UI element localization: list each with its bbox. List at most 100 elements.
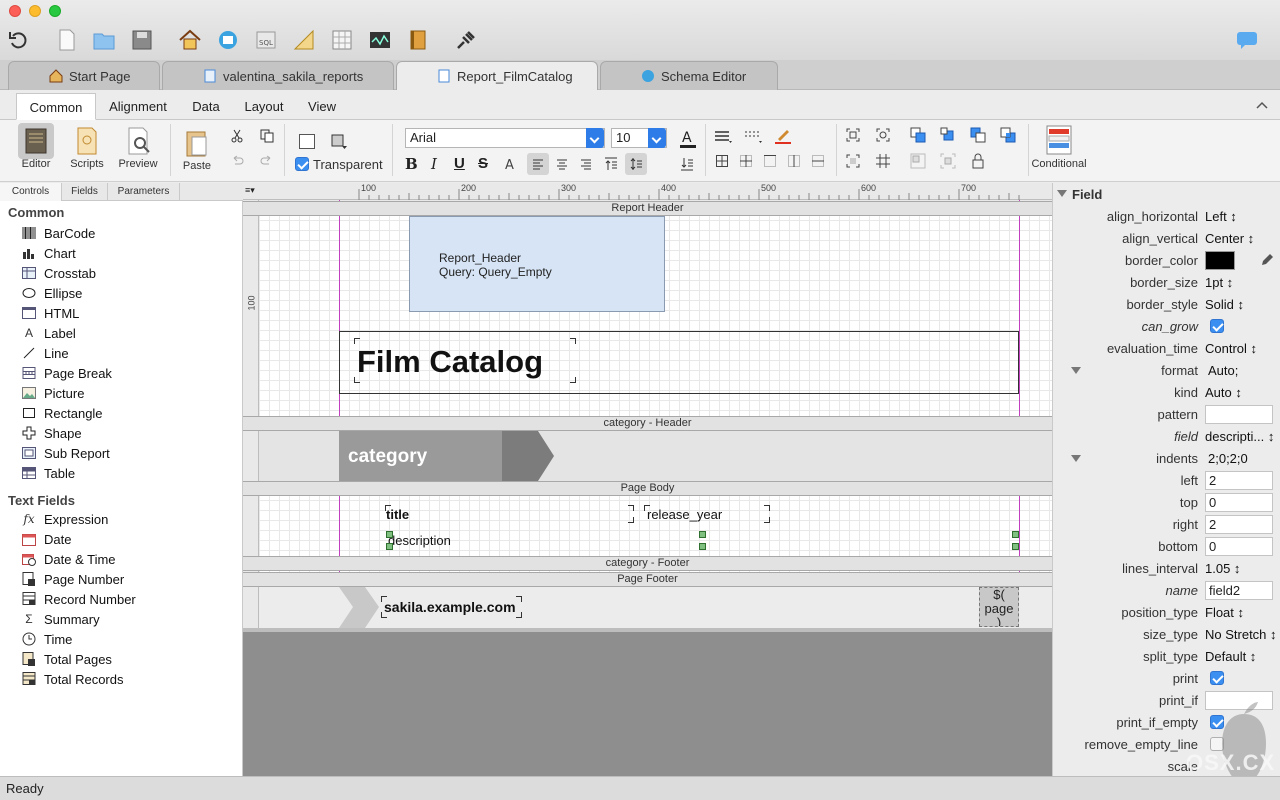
text-color-icon[interactable]: A [679, 129, 697, 149]
border-side-icon[interactable] [788, 155, 800, 167]
valign-middle-button[interactable] [625, 153, 647, 175]
sidebar-tab-controls[interactable]: Controls [0, 183, 62, 201]
cut-icon[interactable] [230, 129, 244, 143]
report-title[interactable]: Film Catalog [357, 344, 543, 380]
border-bottom-icon[interactable] [812, 155, 824, 167]
band-page-footer[interactable]: Page Footer [243, 572, 1052, 587]
report-header-label-box[interactable]: Report_Header Query: Query_Empty [409, 216, 665, 312]
grid-snap-icon[interactable] [876, 154, 890, 168]
resize-handle[interactable] [699, 543, 706, 550]
minimize-window-button[interactable] [29, 5, 41, 17]
category-field[interactable]: category [348, 446, 427, 468]
resize-handle[interactable] [1012, 543, 1019, 550]
fill-pattern-icon[interactable] [330, 132, 348, 150]
control-line[interactable]: Line [22, 344, 69, 362]
tab-start-page[interactable]: Start Page [8, 61, 160, 90]
ungroup-icon[interactable] [940, 153, 956, 169]
control-ellipse[interactable]: Ellipse [22, 284, 82, 302]
pattern-input[interactable] [1205, 405, 1273, 424]
group-icon[interactable] [910, 153, 926, 169]
prop-value-field[interactable]: descripti... ↕ [1205, 429, 1274, 444]
can-grow-checkbox[interactable] [1210, 319, 1224, 333]
conditional-label[interactable]: Conditional [1030, 158, 1088, 170]
tab-schema-editor[interactable]: Schema Editor [600, 61, 778, 90]
align-right-icon[interactable] [580, 158, 592, 170]
control-sub-report[interactable]: Sub Report [22, 444, 110, 462]
control-crosstab[interactable]: Crosstab [22, 264, 96, 282]
preview-label[interactable]: Preview [114, 158, 162, 170]
open-folder-icon[interactable] [92, 28, 116, 52]
chart-line-icon[interactable] [368, 28, 392, 52]
collapse-ribbon-icon[interactable] [1256, 100, 1268, 110]
sidebar-tab-parameters[interactable]: Parameters [108, 183, 180, 201]
prop-value-border-size[interactable]: 1pt ↕ [1205, 275, 1233, 290]
indent-bottom-input[interactable]: 0 [1205, 537, 1273, 556]
lock-icon[interactable] [972, 153, 984, 169]
prop-value-align-vertical[interactable]: Center ↕ [1205, 231, 1254, 246]
sql-icon[interactable]: SQL [254, 28, 278, 52]
footer-url[interactable]: sakila.example.com [384, 599, 516, 615]
control-html[interactable]: HTML [22, 304, 79, 322]
conditional-icon[interactable] [1046, 125, 1072, 155]
paste-label[interactable]: Paste [178, 160, 216, 172]
prop-value-kind[interactable]: Auto ↕ [1205, 385, 1242, 400]
field-release-year[interactable]: release_year [647, 507, 722, 522]
send-back-icon[interactable] [1000, 127, 1016, 143]
font-size-select[interactable]: 10 [611, 128, 667, 148]
send-backward-icon[interactable] [970, 127, 986, 143]
prop-value-position-type[interactable]: Float ↕ [1205, 605, 1244, 620]
ribbon-tab-view[interactable]: View [300, 93, 344, 120]
control-record-number[interactable]: Record Number [22, 590, 136, 608]
resize-handle[interactable] [1012, 531, 1019, 538]
underline-button[interactable]: U [454, 155, 468, 172]
prop-value-evaluation-time[interactable]: Control ↕ [1205, 341, 1257, 356]
prop-value-align-horizontal[interactable]: Left ↕ [1205, 209, 1237, 224]
control-total-pages[interactable]: Total Pages [22, 650, 112, 668]
prop-value-split-type[interactable]: Default ↕ [1205, 649, 1256, 664]
scripts-icon[interactable] [74, 126, 100, 156]
control-page-break[interactable]: Page Break [22, 364, 112, 382]
editor-button-bg[interactable] [18, 123, 54, 159]
schema-icon[interactable] [216, 28, 240, 52]
indent-top-input[interactable]: 0 [1205, 493, 1273, 512]
transparent-label[interactable]: Transparent [313, 157, 383, 172]
scripts-label[interactable]: Scripts [64, 158, 110, 170]
italic-button[interactable]: I [431, 155, 445, 173]
pencil-icon[interactable] [1260, 253, 1274, 267]
valign-top-icon[interactable] [604, 157, 618, 171]
chat-bubble-icon[interactable] [1236, 30, 1258, 50]
line-style-icon[interactable] [714, 129, 734, 145]
control-expression[interactable]: fx Expression [22, 510, 108, 528]
bold-button[interactable]: B [405, 155, 419, 173]
control-date[interactable]: Date [22, 530, 71, 548]
text-shadow-icon[interactable]: A [503, 156, 521, 172]
control-rectangle[interactable]: Rectangle [22, 404, 103, 422]
sidebar-tab-fields[interactable]: Fields [62, 183, 108, 201]
control-barcode[interactable]: BarCode [22, 224, 95, 242]
save-icon[interactable] [130, 28, 154, 52]
ribbon-tab-common[interactable]: Common [16, 93, 96, 120]
align-center-icon[interactable] [556, 158, 568, 170]
prop-value-indents[interactable]: 2;0;2;0 [1208, 451, 1248, 466]
control-summary[interactable]: Σ Summary [22, 610, 99, 628]
close-window-button[interactable] [9, 5, 21, 17]
editor-label[interactable]: Editor [12, 158, 60, 170]
control-date-time[interactable]: Date & Time [22, 550, 116, 568]
tab-report-filmcatalog[interactable]: Report_FilmCatalog [396, 61, 598, 91]
control-total-records[interactable]: Total Records [22, 670, 123, 688]
undo-small-icon[interactable] [230, 155, 244, 167]
transparent-checkbox[interactable] [295, 157, 309, 171]
valign-bottom-icon[interactable] [680, 157, 694, 171]
copy-icon[interactable] [260, 129, 274, 143]
align-left-button[interactable] [527, 153, 549, 175]
prop-value-lines-interval[interactable]: 1.05 ↕ [1205, 561, 1240, 576]
band-report-header[interactable]: Report Header [243, 201, 1052, 216]
band-category-header[interactable]: category - Header [243, 416, 1052, 431]
font-name-select[interactable]: Arial [405, 128, 605, 148]
ribbon-tab-layout[interactable]: Layout [236, 93, 292, 120]
select-area-icon[interactable] [846, 154, 860, 168]
bring-front-icon[interactable] [910, 127, 926, 143]
control-page-number[interactable]: Page Number [22, 570, 124, 588]
resize-handle[interactable] [386, 543, 393, 550]
strike-button[interactable]: S [478, 155, 492, 172]
